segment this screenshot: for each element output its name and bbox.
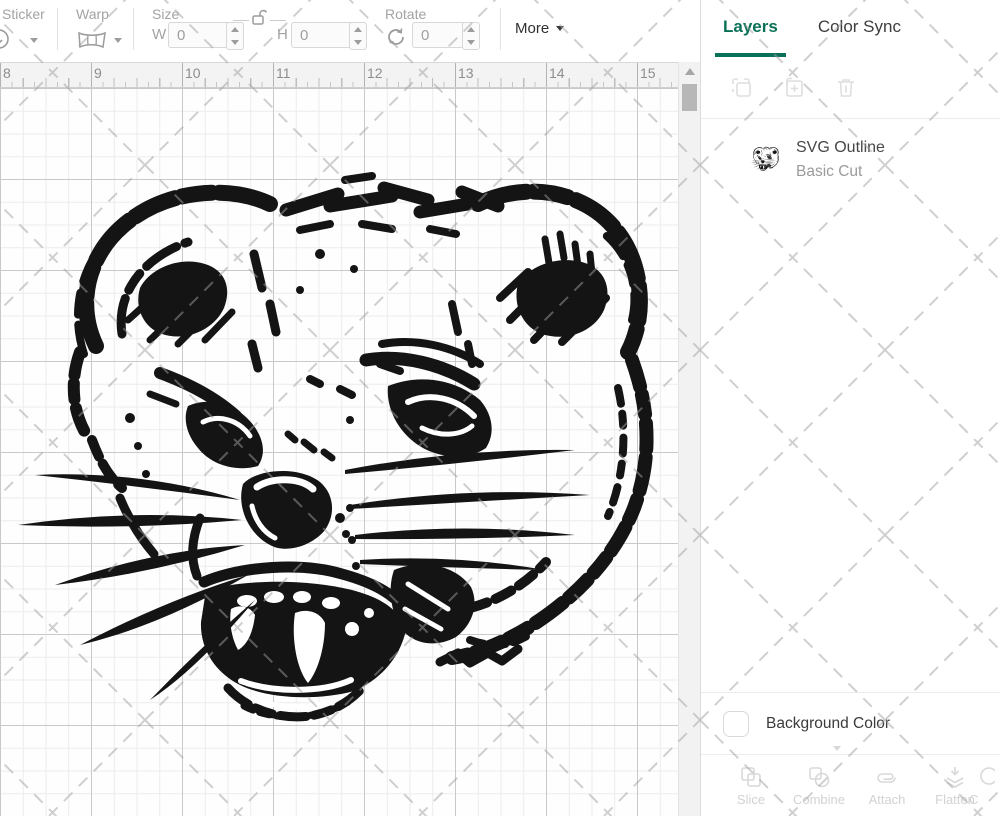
layer-tools-row	[701, 57, 1000, 119]
rotate-label: Rotate	[385, 6, 426, 22]
top-toolbar: Sticker Warp Size W	[0, 0, 700, 62]
panel-actions: Slice Combine Attach	[701, 754, 1000, 816]
width-stepper[interactable]	[226, 22, 244, 50]
more-button[interactable]: More	[515, 20, 564, 37]
warp-icon	[76, 30, 108, 50]
contour-icon-partial	[969, 764, 995, 790]
layers-panel: Layers Color Sync	[700, 0, 1000, 816]
lock-bridge-line	[270, 20, 286, 21]
step-up-icon	[231, 27, 239, 32]
toolbar-divider	[500, 8, 501, 50]
rotate-stepper[interactable]	[462, 22, 480, 50]
panel-tabs: Layers Color Sync	[701, 0, 1000, 57]
sticker-icon	[0, 28, 14, 50]
tab-layers-label: Layers	[723, 17, 778, 37]
duplicate-layer-button[interactable]	[729, 75, 755, 101]
layer-list: SVG Outline Basic Cut	[701, 119, 1000, 692]
size-label: Size	[152, 6, 179, 22]
layer-title: SVG Outline	[796, 135, 885, 160]
horizontal-ruler: 8 9 10 11 12 13 14 15	[0, 62, 678, 88]
rotate-input[interactable]	[412, 22, 466, 48]
duplicate-icon	[729, 75, 755, 101]
tab-color-sync-label: Color Sync	[818, 17, 901, 37]
warp-label: Warp	[76, 6, 109, 22]
add-icon	[781, 75, 807, 101]
height-stepper[interactable]	[349, 22, 367, 50]
design-app-window: Sticker Warp Size W	[0, 0, 1000, 816]
lock-icon[interactable]	[250, 8, 268, 26]
tab-color-sync[interactable]: Color Sync	[810, 0, 909, 57]
combine-caret-icon	[833, 746, 841, 751]
scrollbar-thumb[interactable]	[682, 84, 697, 111]
combine-button[interactable]: Combine	[787, 764, 851, 807]
contour-label-partial: C	[969, 792, 978, 807]
paperclip-icon	[873, 764, 901, 790]
rotate-icon	[385, 26, 407, 48]
sticker-caret-icon	[30, 38, 38, 43]
combine-label: Combine	[793, 792, 845, 807]
background-color-row: Background Color	[701, 692, 1000, 754]
add-layer-button[interactable]	[781, 75, 807, 101]
delete-layer-button[interactable]	[833, 75, 859, 101]
slice-button[interactable]: Slice	[719, 764, 783, 807]
layer-subtitle: Basic Cut	[796, 160, 885, 183]
height-input[interactable]	[291, 22, 353, 48]
toolbar-divider	[133, 8, 134, 50]
lock-bridge-line	[233, 20, 249, 21]
scroll-up-icon[interactable]	[685, 68, 695, 75]
step-down-icon	[231, 40, 239, 45]
design-canvas[interactable]: 8 9 10 11 12 13 14 15	[0, 62, 700, 816]
warp-caret-icon	[114, 38, 122, 43]
layer-thumbnail	[747, 143, 783, 175]
step-down-icon	[354, 40, 362, 45]
flatten-icon	[942, 764, 968, 790]
step-up-icon	[354, 27, 362, 32]
step-up-icon	[467, 27, 475, 32]
background-color-swatch[interactable]	[723, 711, 749, 737]
combine-icon	[806, 764, 832, 790]
canvas-grid[interactable]	[0, 88, 678, 816]
artwork-ferret[interactable]	[0, 88, 678, 816]
sticker-label: Sticker	[2, 6, 45, 22]
layer-item[interactable]: SVG Outline Basic Cut	[701, 119, 1000, 193]
step-down-icon	[467, 40, 475, 45]
contour-button-partial[interactable]: C	[969, 764, 1000, 807]
slice-label: Slice	[737, 792, 765, 807]
background-color-label: Background Color	[766, 715, 890, 733]
trash-icon	[833, 75, 859, 101]
width-input[interactable]	[168, 22, 230, 48]
more-label: More	[515, 20, 549, 37]
attach-button[interactable]: Attach	[855, 764, 919, 807]
canvas-scrollbar[interactable]	[678, 62, 700, 816]
height-field-label: H	[277, 26, 288, 43]
tab-layers[interactable]: Layers	[715, 0, 786, 57]
layer-text: SVG Outline Basic Cut	[796, 135, 885, 183]
toolbar-divider	[57, 8, 58, 50]
more-caret-icon	[556, 26, 564, 31]
slice-icon	[738, 764, 764, 790]
attach-label: Attach	[869, 792, 906, 807]
width-field-label: W	[152, 26, 166, 43]
ruler-ticks-major	[0, 63, 678, 87]
